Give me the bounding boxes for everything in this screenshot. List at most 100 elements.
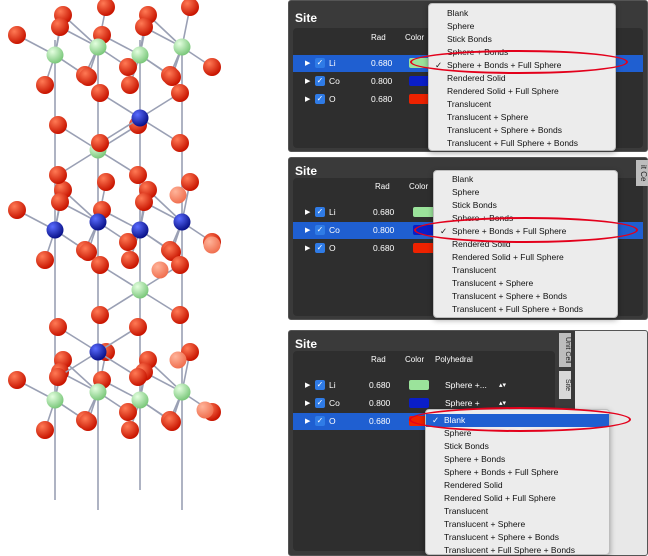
checkbox-co[interactable]: ✓ (315, 398, 325, 408)
highlight-oval (410, 50, 628, 74)
checkbox-li[interactable]: ✓ (315, 380, 325, 390)
polyhedral-dropdown-menu-2[interactable]: Blank Sphere Stick Bonds Sphere + Bonds … (433, 170, 618, 318)
atom-rad: 0.800 (369, 398, 391, 408)
atom-rad: 0.680 (371, 94, 393, 104)
site-side-tab[interactable]: Site (559, 371, 571, 399)
highlight-oval (414, 217, 638, 243)
co-atom (173, 213, 191, 231)
o-atom (91, 256, 109, 274)
col-color-header: Color (409, 182, 429, 191)
o-atom (163, 68, 181, 86)
menu-item-translucent-full-bonds[interactable]: Translucent + Full Sphere + Bonds (429, 137, 615, 150)
menu-item-rendered-solid-full[interactable]: Rendered Solid + Full Sphere (434, 251, 617, 264)
co-atom (46, 221, 64, 239)
o-atom (79, 413, 97, 431)
menu-item-stick-bonds[interactable]: Stick Bonds (434, 199, 617, 212)
o-atom (51, 18, 69, 36)
expand-icon[interactable]: ▶ (305, 55, 310, 72)
expand-icon[interactable]: ▶ (305, 240, 310, 257)
li-atom (131, 391, 149, 409)
checkbox-co[interactable]: ✓ (315, 225, 325, 235)
highlight-oval (409, 407, 631, 432)
atom-name: Co (329, 398, 340, 408)
atom-name: Li (329, 207, 336, 217)
expand-icon[interactable]: ▶ (305, 413, 310, 430)
menu-item-translucent-sphere[interactable]: Translucent + Sphere (434, 277, 617, 290)
menu-item-translucent-full-bonds[interactable]: Translucent + Full Sphere + Bonds (426, 544, 609, 556)
menu-item-blank[interactable]: Blank (429, 7, 615, 20)
o-atom (129, 166, 147, 184)
atom-name: O (329, 94, 336, 104)
o-atom (203, 58, 221, 76)
panel-title: Site (295, 11, 318, 25)
expand-icon[interactable]: ▶ (305, 377, 310, 394)
o-atom (49, 166, 67, 184)
atom-name: O (329, 243, 336, 253)
li-atom (173, 383, 191, 401)
expand-icon[interactable]: ▶ (305, 222, 310, 239)
stepper-icon[interactable]: ▴▾ (499, 377, 506, 394)
o-atom (135, 18, 153, 36)
menu-item-translucent-sphere[interactable]: Translucent + Sphere (429, 111, 615, 124)
checkbox-o[interactable]: ✓ (315, 243, 325, 253)
o-atom (49, 318, 67, 336)
atom-rad: 0.680 (373, 207, 395, 217)
menu-item-translucent-sphere[interactable]: Translucent + Sphere (426, 518, 609, 531)
expand-icon[interactable]: ▶ (305, 73, 310, 90)
unit-cell-side-tab[interactable]: Unit Cell (559, 333, 571, 367)
checkbox-o[interactable]: ✓ (315, 416, 325, 426)
polyhedral-select-li[interactable]: Sphere +... (445, 377, 487, 394)
expand-icon[interactable]: ▶ (305, 204, 310, 221)
menu-item-stick-bonds[interactable]: Stick Bonds (426, 440, 609, 453)
o-atom (36, 251, 54, 269)
menu-item-rendered-solid[interactable]: Rendered Solid (426, 479, 609, 492)
menu-item-translucent[interactable]: Translucent (434, 264, 617, 277)
o-atom (51, 193, 69, 211)
o-atom (121, 421, 139, 439)
menu-item-rendered-solid-full[interactable]: Rendered Solid + Full Sphere (426, 492, 609, 505)
li-atom (173, 38, 191, 56)
panel-title: Site (295, 164, 318, 178)
o-atom (121, 251, 139, 269)
atom-rad: 0.680 (371, 58, 393, 68)
expand-icon[interactable]: ▶ (305, 91, 310, 108)
menu-item-translucent[interactable]: Translucent (426, 505, 609, 518)
o-atom (181, 173, 199, 191)
menu-item-sphere[interactable]: Sphere (429, 20, 615, 33)
color-swatch-li[interactable] (409, 380, 429, 390)
menu-item-rendered-solid-full[interactable]: Rendered Solid + Full Sphere (429, 85, 615, 98)
menu-item-translucent-full-bonds[interactable]: Translucent + Full Sphere + Bonds (434, 303, 617, 316)
menu-item-translucent-sphere-bonds[interactable]: Translucent + Sphere + Bonds (426, 531, 609, 544)
menu-item-translucent[interactable]: Translucent (429, 98, 615, 111)
crystal-structure-image (8, 0, 221, 510)
o-atom (121, 76, 139, 94)
o-atom (135, 193, 153, 211)
unit-cell-side-tab[interactable]: it Ce (636, 160, 648, 186)
co-atom (131, 221, 149, 239)
li-atom (131, 281, 149, 299)
menu-item-translucent-sphere-bonds[interactable]: Translucent + Sphere + Bonds (429, 124, 615, 137)
checkbox-li[interactable]: ✓ (315, 58, 325, 68)
checkbox-co[interactable]: ✓ (315, 76, 325, 86)
menu-item-sphere-bonds[interactable]: Sphere + Bonds (426, 453, 609, 466)
menu-item-sphere[interactable]: Sphere (434, 186, 617, 199)
table-row-li[interactable]: ▶ ✓ Li 0.680 Sphere +... ▴▾ (293, 377, 555, 394)
menu-item-sphere-bonds-full[interactable]: Sphere + Bonds + Full Sphere (426, 466, 609, 479)
expand-icon[interactable]: ▶ (305, 395, 310, 412)
polyhedral-dropdown-menu-1[interactable]: Blank Sphere Stick Bonds Sphere + Bonds … (428, 3, 616, 151)
menu-item-blank[interactable]: Blank (434, 173, 617, 186)
checkbox-li[interactable]: ✓ (315, 207, 325, 217)
o-atom-faded (169, 186, 187, 204)
menu-item-stick-bonds[interactable]: Stick Bonds (429, 33, 615, 46)
o-atom (171, 306, 189, 324)
o-atom-faded (203, 236, 221, 254)
checkbox-o[interactable]: ✓ (315, 94, 325, 104)
color-swatch-co[interactable] (409, 398, 429, 408)
o-atom (97, 0, 115, 16)
col-color-header: Color (405, 33, 425, 42)
o-atom (36, 76, 54, 94)
menu-item-translucent-sphere-bonds[interactable]: Translucent + Sphere + Bonds (434, 290, 617, 303)
o-atom (163, 413, 181, 431)
li-atom (46, 391, 64, 409)
atom-name: O (329, 416, 336, 426)
